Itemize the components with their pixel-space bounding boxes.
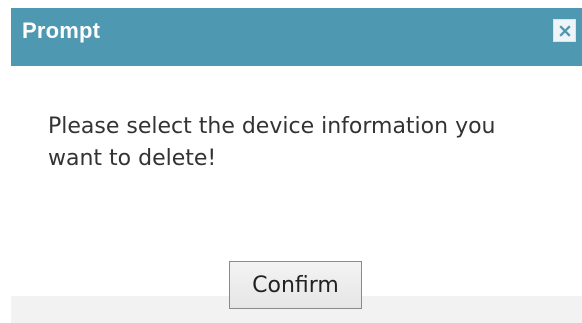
close-icon xyxy=(558,24,572,38)
dialog-message: Please select the device information you… xyxy=(48,114,496,171)
close-button[interactable] xyxy=(553,19,576,42)
dialog-title: Prompt xyxy=(22,18,101,43)
confirm-button[interactable]: Confirm xyxy=(229,261,362,309)
prompt-dialog: Prompt Please select the device informat… xyxy=(0,0,582,323)
